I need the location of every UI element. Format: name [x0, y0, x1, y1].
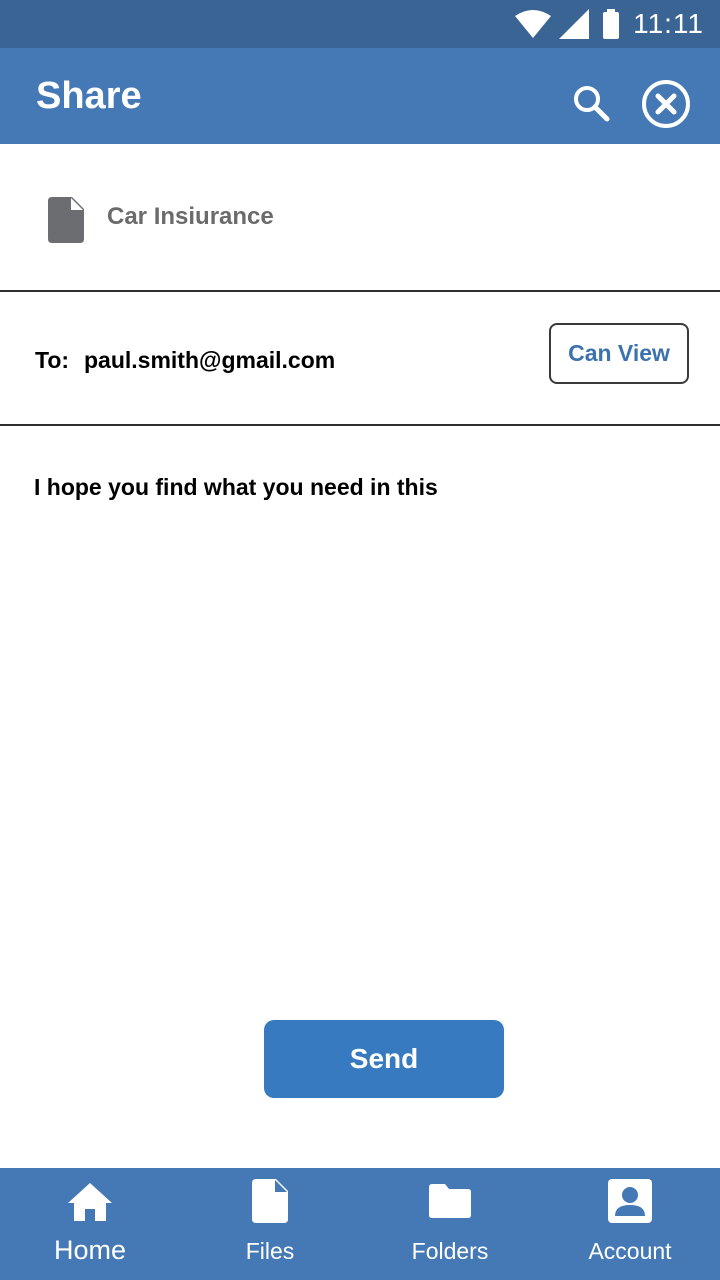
file-icon	[252, 1179, 288, 1223]
close-circle-icon	[642, 80, 690, 128]
status-time: 11:11	[633, 8, 704, 39]
account-icon	[608, 1179, 652, 1223]
wifi-icon	[515, 10, 552, 38]
nav-item-files[interactable]: Files	[180, 1168, 360, 1280]
battery-icon	[603, 9, 620, 39]
nav-label: Home	[53, 1235, 127, 1265]
search-icon	[574, 86, 610, 122]
app-bar: Share	[0, 48, 720, 144]
nav-label: Folders	[411, 1238, 489, 1264]
permission-button[interactable]: Can View	[549, 323, 689, 384]
nav-label: Files	[245, 1238, 295, 1264]
nav-item-folders[interactable]: Folders	[360, 1168, 540, 1280]
nav-item-account[interactable]: Account	[540, 1168, 720, 1280]
close-button[interactable]	[638, 76, 694, 132]
message-field[interactable]: I hope you find what you need in this	[34, 474, 684, 501]
nav-label: Account	[588, 1238, 672, 1264]
file-name: Car Insiurance	[107, 203, 274, 230]
folder-icon	[429, 1184, 471, 1218]
send-button[interactable]: Send	[264, 1020, 504, 1098]
signal-icon	[559, 9, 590, 39]
divider	[0, 424, 720, 426]
recipient-row: To: paul.smith@gmail.com Can View	[0, 292, 720, 424]
recipient-email[interactable]: paul.smith@gmail.com	[84, 347, 335, 374]
shared-file-row: Car Insiurance	[0, 144, 720, 290]
nav-item-home[interactable]: Home	[0, 1168, 180, 1280]
search-button[interactable]	[566, 78, 616, 128]
to-label: To:	[35, 347, 70, 373]
page-title: Share	[36, 75, 142, 117]
status-bar: 11:11	[0, 0, 720, 48]
file-icon	[48, 197, 84, 248]
home-icon	[68, 1183, 112, 1221]
bottom-nav: Home Files Folders Account	[0, 1168, 720, 1280]
